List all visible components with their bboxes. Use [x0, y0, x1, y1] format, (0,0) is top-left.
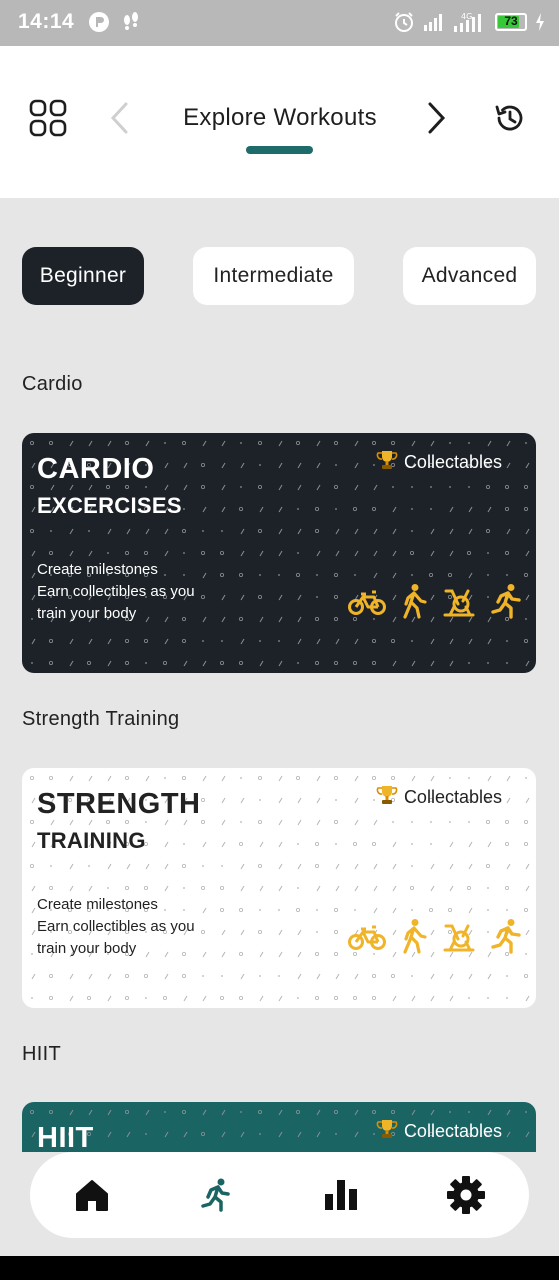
strength-card[interactable]: STRENGTH TRAINING Collectables Create mi…	[22, 768, 536, 1008]
menu-button[interactable]	[26, 96, 70, 140]
signal-4g-icon: 4G	[454, 12, 481, 32]
card-title: HIIT	[37, 1122, 94, 1152]
card-desc-line: train your body	[37, 605, 137, 622]
bottom-nav	[30, 1152, 529, 1238]
home-icon	[76, 1180, 108, 1211]
bike-icon	[348, 921, 386, 956]
collectables-badge: Collectables	[376, 449, 502, 476]
hiit-card[interactable]: HIIT Collectables	[22, 1102, 536, 1152]
footsteps-icon	[124, 12, 138, 30]
nav-workouts-button[interactable]	[192, 1171, 240, 1219]
runner-icon	[490, 583, 522, 624]
nav-settings-button[interactable]	[442, 1171, 490, 1219]
card-desc-line: Create milestones	[37, 561, 158, 578]
walking-icon	[400, 583, 428, 624]
card-desc-line: Earn collectibles as you	[37, 583, 195, 600]
collectables-badge: Collectables	[376, 784, 502, 811]
card-description: Create milestones Earn collectibles as y…	[37, 894, 195, 960]
status-time: 14:14	[18, 10, 75, 33]
card-subtitle: EXCERCISES	[37, 493, 182, 518]
next-button[interactable]	[414, 96, 458, 140]
cardio-card[interactable]: CARDIO EXCERCISES Collectables Create mi…	[22, 433, 536, 673]
collectables-label: Collectables	[403, 1121, 502, 1141]
app-notification-icon	[89, 12, 109, 32]
trophy-icon	[376, 449, 398, 476]
bar-chart-icon	[325, 1180, 357, 1210]
card-desc-line: Create milestones	[37, 896, 158, 913]
battery-percent: 73	[504, 14, 518, 28]
nav-stats-button[interactable]	[317, 1171, 365, 1219]
signal-icon	[424, 14, 442, 31]
activity-icons	[348, 918, 522, 959]
trophy-icon	[376, 1118, 398, 1145]
chevron-right-icon	[428, 102, 446, 134]
card-title: STRENGTH	[37, 788, 201, 820]
collectables-label: Collectables	[403, 787, 502, 807]
level-advanced-button[interactable]: Advanced	[403, 247, 536, 305]
status-bar: 14:14 4G 73	[0, 0, 559, 46]
bottom-nav-area	[0, 1152, 559, 1256]
page-indicator	[246, 146, 313, 154]
chevron-left-icon	[110, 102, 128, 134]
exercise-bike-icon	[442, 585, 476, 622]
section-heading-hiit: HIIT	[22, 1043, 61, 1065]
battery-indicator: 73	[495, 13, 527, 31]
trophy-icon	[376, 784, 398, 811]
collectables-label: Collectables	[403, 452, 502, 472]
charging-icon	[536, 13, 544, 31]
system-nav-bar	[0, 1256, 559, 1280]
section-heading-strength: Strength Training	[22, 708, 180, 730]
exercise-bike-icon	[442, 920, 476, 957]
card-desc-line: Earn collectibles as you	[37, 918, 195, 935]
app-header: Explore Workouts	[0, 46, 559, 198]
grid-icon	[29, 99, 67, 137]
runner-icon	[490, 918, 522, 959]
runner-icon	[201, 1178, 230, 1212]
alarm-icon	[395, 12, 413, 32]
level-selector: Beginner Intermediate Advanced	[22, 247, 536, 305]
walking-icon	[400, 918, 428, 959]
nav-home-button[interactable]	[68, 1171, 116, 1219]
card-description: Create milestones Earn collectibles as y…	[37, 559, 195, 625]
page-title: Explore Workouts	[183, 104, 377, 131]
card-subtitle: TRAINING	[37, 828, 146, 853]
gear-icon	[447, 1176, 485, 1214]
card-desc-line: train your body	[37, 940, 137, 957]
level-beginner-button[interactable]: Beginner	[22, 247, 144, 305]
activity-icons	[348, 583, 522, 624]
network-type: 4G	[461, 12, 472, 21]
collectables-badge: Collectables	[376, 1118, 502, 1145]
card-title: CARDIO	[37, 453, 155, 485]
level-intermediate-button[interactable]: Intermediate	[193, 247, 354, 305]
history-icon	[495, 105, 523, 131]
section-heading-cardio: Cardio	[22, 373, 83, 395]
history-button[interactable]	[488, 96, 532, 140]
content-scroll-area[interactable]: Beginner Intermediate Advanced Cardio CA…	[0, 198, 559, 1152]
bike-icon	[348, 586, 386, 621]
